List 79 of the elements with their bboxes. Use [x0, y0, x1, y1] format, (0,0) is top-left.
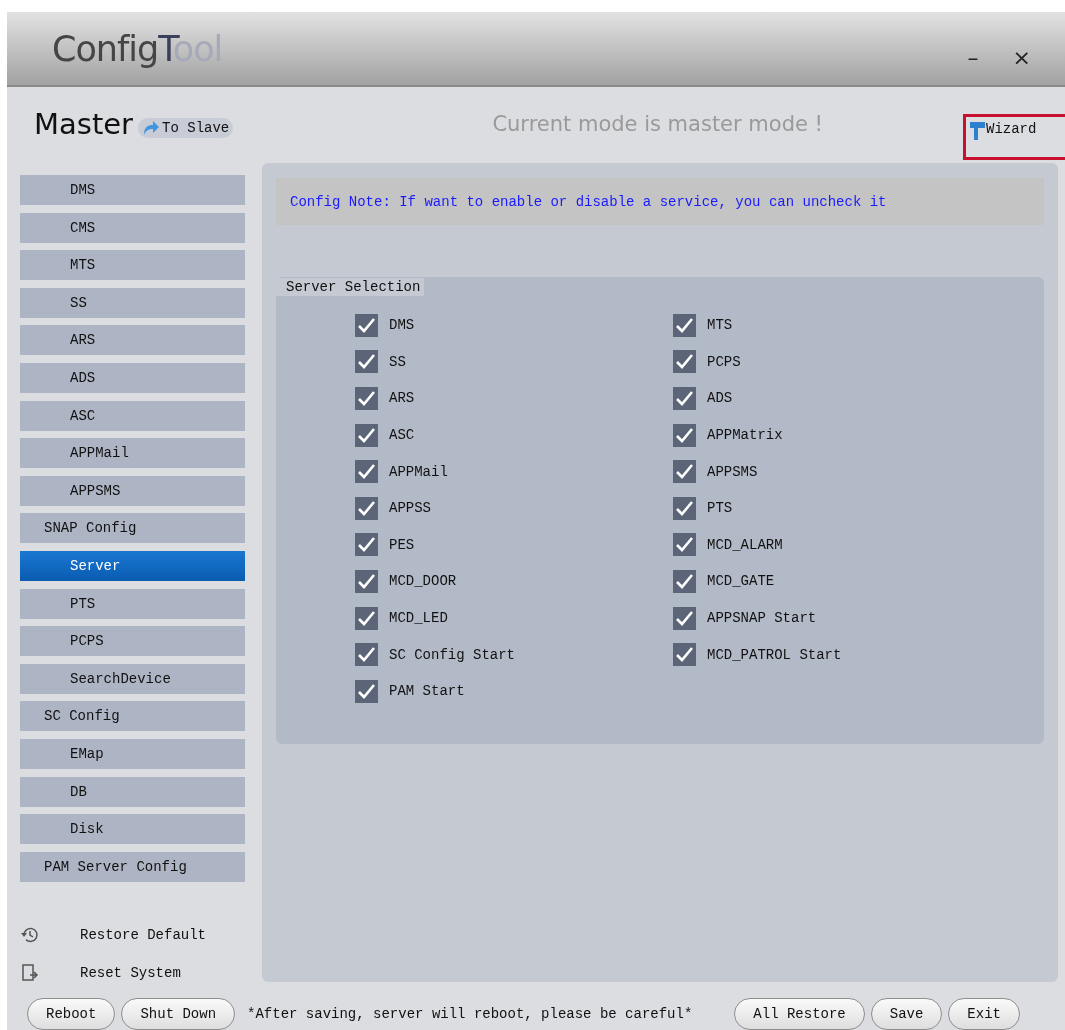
sidebar-item[interactable]: DB [20, 776, 245, 807]
checkbox-label: APPSS [389, 500, 431, 517]
checkbox-label: ADS [707, 390, 733, 407]
config-note: Config Note: If want to enable or disable a service, you can uncheck it [276, 178, 1044, 225]
switch-mode-button[interactable]: To Slave [138, 117, 234, 138]
sidebar-item[interactable]: CMS [20, 212, 245, 243]
sidebar-item[interactable]: ADS [20, 362, 245, 393]
checkbox[interactable] [355, 679, 378, 703]
exit-button[interactable]: Exit [948, 998, 1020, 1030]
checkbox-label: MCD_GATE [707, 573, 775, 590]
checkbox-label: ASC [389, 427, 415, 444]
checkbox-label: PCPS [707, 353, 741, 370]
sidebar-item[interactable]: PTS [20, 588, 245, 619]
checkbox[interactable] [355, 606, 378, 630]
sidebar-item[interactable]: SS [20, 287, 245, 318]
checkbox[interactable] [673, 533, 696, 557]
checkbox[interactable] [673, 569, 696, 593]
sidebar-item[interactable]: SearchDevice [20, 663, 245, 694]
checkbox[interactable] [355, 643, 378, 667]
sidebar-item[interactable]: ASC [20, 400, 245, 431]
reset-system-button[interactable]: Reset System [20, 961, 245, 986]
sidebar-item[interactable]: Disk [20, 814, 245, 845]
group-title: Server Selection [276, 278, 425, 296]
checkbox[interactable] [355, 533, 378, 557]
checkbox-label: PTS [707, 500, 733, 517]
checkbox-label: SC Config Start [389, 646, 516, 663]
save-button[interactable]: Save [870, 998, 943, 1030]
sidebar-item[interactable]: DMS [20, 175, 245, 205]
checkbox-label: DMS [389, 317, 415, 334]
checkbox-label: MCD_PATROL Start [707, 646, 842, 663]
restore-default-button[interactable]: Restore Default [20, 923, 245, 948]
checkbox[interactable] [355, 496, 378, 520]
checkbox-label: SS [389, 353, 406, 370]
sidebar-group[interactable]: SNAP Config [20, 513, 245, 544]
checkbox[interactable] [355, 423, 378, 447]
checkbox[interactable] [355, 350, 378, 374]
sidebar-item[interactable]: ARS [20, 325, 245, 356]
checkbox-label: APPSNAP Start [707, 610, 817, 627]
checkbox[interactable] [355, 387, 378, 410]
checkbox-label: PAM Start [389, 683, 465, 700]
checkbox[interactable] [355, 569, 378, 593]
checkbox-label: APPMail [389, 463, 448, 480]
sidebar-item[interactable]: APPMail [20, 438, 245, 469]
checkbox[interactable] [673, 606, 696, 630]
minimize-button[interactable]: – [963, 45, 983, 70]
checkbox-label: MTS [707, 317, 733, 334]
sidebar-item[interactable]: MTS [20, 250, 245, 281]
wizard-button[interactable]: Wizard [963, 114, 1065, 160]
checkbox-label: APPSMS [707, 463, 758, 480]
mode-title: Master [34, 106, 134, 141]
checkbox[interactable] [673, 496, 696, 520]
checkbox[interactable] [673, 387, 696, 410]
checkbox[interactable] [673, 460, 696, 484]
checkbox[interactable] [673, 423, 696, 447]
sidebar-item[interactable]: EMap [20, 738, 245, 769]
checkbox-label: ARS [389, 390, 415, 407]
shut-down-button[interactable]: Shut Down [121, 998, 236, 1030]
checkbox[interactable] [673, 350, 696, 374]
curved-arrow-icon [142, 119, 161, 136]
checkbox-label: MCD_LED [389, 610, 448, 627]
sidebar-group[interactable]: PAM Server Config [20, 851, 245, 882]
sidebar-item[interactable]: Server [20, 550, 245, 581]
checkbox[interactable] [673, 313, 696, 337]
restore-all-button[interactable]: All Restore [734, 998, 865, 1030]
sidebar-item[interactable]: PCPS [20, 626, 245, 657]
checkbox-label: PES [389, 536, 415, 553]
checkbox-label: APPMatrix [707, 427, 783, 444]
reset-icon [20, 963, 40, 984]
checkbox-label: MCD_DOOR [389, 573, 457, 590]
reboot-button[interactable]: Reboot [27, 998, 116, 1030]
warning-text: *After saving, server will reboot, please be careful* [247, 1006, 693, 1022]
sidebar-item[interactable]: APPSMS [20, 475, 245, 506]
mode-status: Current mode is master mode ! [492, 111, 823, 136]
checkbox[interactable] [355, 313, 378, 337]
checkbox[interactable] [355, 460, 378, 484]
sidebar-group[interactable]: SC Config [20, 701, 245, 732]
checkbox-label: MCD_ALARM [707, 536, 783, 553]
close-button[interactable]: × [1008, 45, 1035, 70]
checkbox[interactable] [673, 643, 696, 667]
